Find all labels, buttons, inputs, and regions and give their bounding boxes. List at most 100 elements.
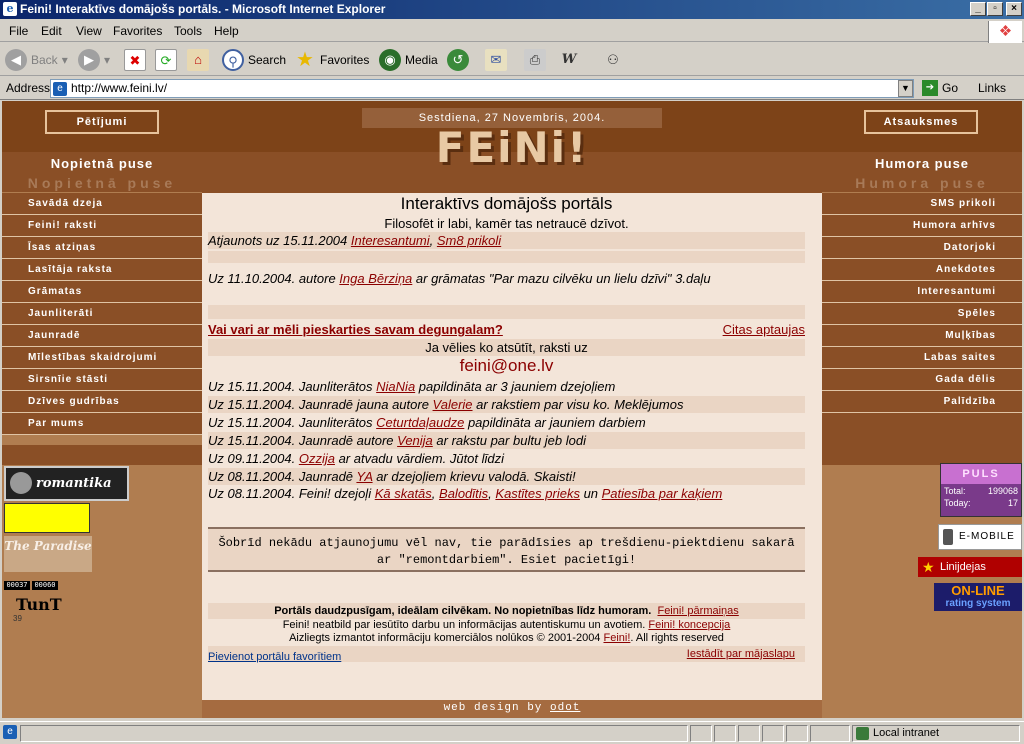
- home-icon[interactable]: ⌂: [187, 49, 209, 71]
- windows-logo-icon: ❖: [988, 21, 1022, 43]
- yellow-banner[interactable]: [4, 503, 90, 533]
- news-link[interactable]: Ozzija: [299, 451, 335, 466]
- news-link[interactable]: Valerie: [433, 397, 473, 412]
- discuss-binoculars-icon[interactable]: ⚇: [602, 49, 624, 71]
- linijdejas-banner[interactable]: ★ Linijdejas: [918, 557, 1022, 577]
- edit-word-icon[interactable]: W: [558, 49, 580, 71]
- nav-item-humora-arhivs[interactable]: Humora arhīvs: [822, 215, 1022, 237]
- nav-item-jaunrade[interactable]: Jaunradē: [2, 325, 202, 347]
- address-input[interactable]: http://www.feini.lv/: [50, 79, 914, 98]
- mail-icon[interactable]: ✉: [485, 49, 507, 71]
- tunt-logo[interactable]: TunT: [16, 595, 62, 614]
- update-line-2: Uz 11.10.2004. autore Inga Bērziņa ar gr…: [208, 271, 711, 286]
- close-button[interactable]: ×: [1006, 2, 1022, 16]
- security-zone: Local intranet: [852, 725, 1020, 742]
- refresh-icon[interactable]: ⟳: [155, 49, 177, 71]
- nav-item-interesantumi[interactable]: Interesantumi: [822, 281, 1022, 303]
- paradise-banner[interactable]: The Paradise: [4, 536, 92, 572]
- web-design-credit: web design by odot: [202, 700, 822, 718]
- puls-counter[interactable]: PULS Total: 199068 Today: 17: [940, 463, 1022, 517]
- concept-link[interactable]: Feini! koncepcija: [648, 619, 730, 631]
- romantika-banner[interactable]: romantika: [4, 466, 129, 501]
- news-link[interactable]: Venija: [397, 433, 433, 448]
- e-mobile-banner[interactable]: E-MOBILE: [938, 524, 1022, 550]
- feini-link[interactable]: Feini!: [603, 632, 630, 644]
- menu-favorites[interactable]: Favorites: [113, 24, 162, 38]
- nav-item-jaunliterati[interactable]: Jaunliterāti: [2, 303, 202, 325]
- forward-button[interactable]: ▶ ▾: [78, 48, 110, 72]
- other-polls-link[interactable]: Citas aptaujas: [723, 321, 805, 338]
- go-button[interactable]: ➔ Go: [922, 80, 958, 96]
- link-inga-berzina[interactable]: Inga Bērziņa: [339, 271, 412, 286]
- nav-item-mulkibas[interactable]: Muļķības: [822, 325, 1022, 347]
- back-arrow-icon: ◀: [5, 49, 27, 71]
- counter-2: 00060: [32, 581, 58, 590]
- link-interesantumi[interactable]: Interesantumi: [351, 233, 430, 248]
- poll-question-link[interactable]: Vai vari ar mēli pieskarties savam degun…: [208, 321, 805, 338]
- menu-help[interactable]: Help: [214, 24, 239, 38]
- nav-item-dzives-gudribas[interactable]: Dzīves gudrības: [2, 391, 202, 413]
- news-item: Uz 15.11.2004. Jaunliterātos NiaNia papi…: [208, 379, 616, 394]
- poem-link-patiesiba[interactable]: Patiesība par kaķiem: [602, 486, 723, 501]
- nav-item-milestibas[interactable]: Mīlestības skaidrojumi: [2, 347, 202, 369]
- news-link[interactable]: Ceturtdaļaudze: [376, 415, 464, 430]
- stop-icon[interactable]: ✖: [124, 49, 146, 71]
- nav-item-gramatas[interactable]: Grāmatas: [2, 281, 202, 303]
- changes-link[interactable]: Feini! pārmaiņas: [657, 605, 738, 617]
- main-content: Interaktīvs domājošs portāls Filosofēt i…: [202, 193, 822, 718]
- feedback-button[interactable]: Atsauksmes: [864, 110, 978, 134]
- nav-item-datorjoki[interactable]: Datorjoki: [822, 237, 1022, 259]
- search-icon: ⚲: [222, 49, 244, 71]
- nav-item-gada-delis[interactable]: Gada dēlis: [822, 369, 1022, 391]
- menu-file[interactable]: File: [9, 24, 28, 38]
- print-icon[interactable]: ⎙: [524, 49, 546, 71]
- favorites-button[interactable]: ★ Favorites: [294, 48, 369, 72]
- poem-link-kastites-prieks[interactable]: Kastītes prieks: [495, 486, 580, 501]
- nav-item-sms-prikoli[interactable]: SMS prikoli: [822, 193, 1022, 215]
- toolbar: ◀ Back ▾ ▶ ▾ ✖ ⟳ ⌂ ⚲ Search ★ Favorites …: [0, 43, 1024, 76]
- address-dropdown-chevron-icon[interactable]: ▼: [898, 80, 913, 97]
- menu-view[interactable]: View: [76, 24, 102, 38]
- nav-item-speles[interactable]: Spēles: [822, 303, 1022, 325]
- news-item: Uz 15.11.2004. Jaunradē jauna autore Val…: [208, 396, 805, 413]
- page-title: Interaktīvs domājošs portāls: [400, 194, 613, 213]
- star-icon: ★: [922, 559, 935, 575]
- maximize-button[interactable]: ▫: [987, 2, 1003, 16]
- poem-link-ka-skatas[interactable]: Kā skatās: [375, 486, 432, 501]
- feini-logo[interactable]: FEiNi!: [427, 123, 597, 193]
- contact-email-link[interactable]: feini@one.lv: [208, 357, 805, 374]
- minimize-button[interactable]: _: [970, 2, 986, 16]
- nav-item-sirsnie-stasti[interactable]: Sirsnīie stāsti: [2, 369, 202, 391]
- link-sm8-prikoli[interactable]: Sm8 prikoli: [437, 233, 501, 248]
- online-rating-banner[interactable]: ON-LINE rating system: [934, 583, 1022, 611]
- footer-line-2: Feini! neatbild par iesūtīto darbu un in…: [282, 619, 731, 631]
- back-button[interactable]: ◀ Back ▾: [5, 48, 68, 72]
- phone-icon: [943, 529, 953, 545]
- set-homepage-link[interactable]: Iestādīt par mājaslapu: [687, 646, 795, 663]
- news-item: Uz 15.11.2004. Jaunliterātos Ceturtdaļau…: [208, 415, 646, 430]
- menu-edit[interactable]: Edit: [41, 24, 62, 38]
- research-button[interactable]: Pētījumi: [45, 110, 159, 134]
- left-nav-footer: [2, 445, 202, 465]
- poem-link-balodits[interactable]: Balodītis: [439, 486, 488, 501]
- nav-item-labas-saites[interactable]: Labas saites: [822, 347, 1022, 369]
- news-link[interactable]: NiaNia: [376, 379, 415, 394]
- add-favorites-link[interactable]: Pievienot portālu favorītiem: [208, 649, 341, 666]
- history-icon[interactable]: ↺: [447, 49, 469, 71]
- nav-item-lasitaja-raksta[interactable]: Lasītāja raksta: [2, 259, 202, 281]
- nav-item-par-mums[interactable]: Par mums: [2, 413, 202, 435]
- search-button[interactable]: ⚲ Search: [222, 48, 286, 72]
- status-cell: [714, 725, 736, 742]
- media-button[interactable]: ◉ Media: [379, 48, 438, 72]
- nav-item-feini-raksti[interactable]: Feini! raksti: [2, 215, 202, 237]
- nav-item-anekdotes[interactable]: Anekdotes: [822, 259, 1022, 281]
- news-link[interactable]: YA: [356, 469, 372, 484]
- page-icon: e: [53, 82, 67, 96]
- nav-item-isas-atzinas[interactable]: Īsas atziņas: [2, 237, 202, 259]
- footer-actions: Pievienot portālu favorītiem Iestādīt pa…: [208, 646, 805, 663]
- odot-link[interactable]: odot: [550, 702, 580, 714]
- menu-tools[interactable]: Tools: [174, 24, 202, 38]
- nav-item-savada-dzeja[interactable]: Savādā dzeja: [2, 193, 202, 215]
- nav-item-palidziba[interactable]: Palīdzība: [822, 391, 1022, 413]
- links-button[interactable]: Links: [978, 81, 1006, 95]
